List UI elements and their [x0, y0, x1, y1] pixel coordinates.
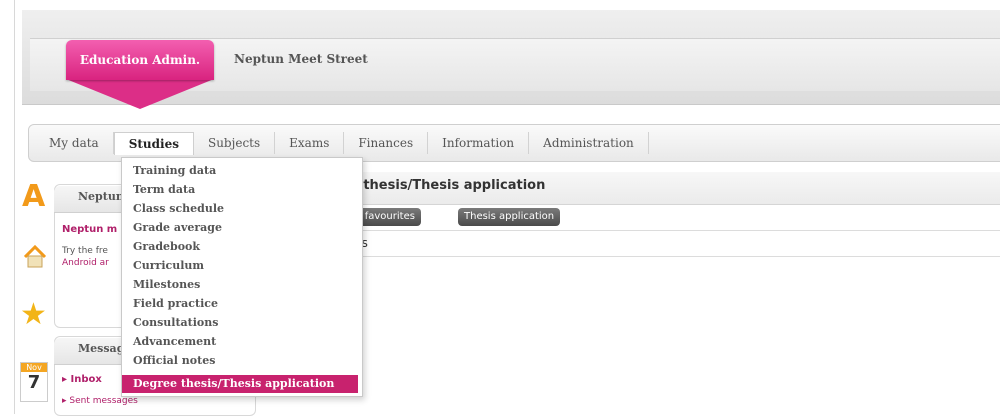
dropdown-item-class-schedule[interactable]: Class schedule [133, 202, 224, 215]
header-subtitle: Neptun Meet Street [234, 52, 368, 66]
role-tab[interactable]: Education Admin. [66, 40, 214, 80]
menu-item-finances[interactable]: Finances [344, 132, 429, 154]
role-tab-arrow [66, 79, 214, 109]
messages-box-title: Messag [78, 342, 125, 355]
menu-item-information[interactable]: Information [428, 132, 530, 154]
star-icon[interactable]: ★ [20, 300, 47, 330]
sent-label: Sent messages [69, 396, 138, 406]
thesis-application-button[interactable]: Thesis application [458, 208, 561, 226]
content-divider-2 [268, 256, 1000, 257]
dropdown-item-field-practice[interactable]: Field practice [133, 297, 218, 310]
dropdown-item-consultations[interactable]: Consultations [133, 316, 218, 329]
left-rule [14, 0, 15, 414]
content-divider [268, 230, 1000, 231]
page-title: e thesis/Thesis application [350, 178, 546, 193]
studies-dropdown-menu: Training data Term data Class schedule G… [121, 157, 363, 397]
dropdown-item-milestones[interactable]: Milestones [133, 278, 200, 291]
menu-item-subjects[interactable]: Subjects [194, 132, 276, 154]
dropdown-item-grade-average[interactable]: Grade average [133, 221, 222, 234]
menu-item-administration[interactable]: Administration [529, 132, 649, 154]
dropdown-item-curriculum[interactable]: Curriculum [133, 259, 204, 272]
dropdown-item-degree-thesis[interactable]: Degree thesis/Thesis application [122, 375, 358, 393]
dropdown-item-official-notes[interactable]: Official notes [133, 354, 215, 367]
neptun-try-text: Try the fre [62, 246, 108, 256]
android-link[interactable]: Android ar [62, 258, 109, 268]
sent-messages-link[interactable]: ▸ Sent messages [62, 396, 138, 406]
house-icon[interactable] [22, 244, 48, 274]
dropdown-item-advancement[interactable]: Advancement [133, 335, 216, 348]
neptun-mobile-link[interactable]: Neptun m [62, 224, 117, 235]
inbox-link[interactable]: ▸ Inbox [62, 374, 102, 385]
calendar-icon[interactable]: Nov 7 [20, 362, 48, 402]
dropdown-item-gradebook[interactable]: Gradebook [133, 240, 200, 253]
inbox-label: Inbox [70, 374, 102, 385]
calendar-month: Nov [21, 363, 47, 372]
menu-item-my-data[interactable]: My data [29, 132, 114, 154]
menu-item-studies[interactable]: Studies [113, 131, 194, 155]
dropdown-item-training-data[interactable]: Training data [133, 164, 216, 177]
dropdown-item-term-data[interactable]: Term data [133, 183, 195, 196]
menu-item-exams[interactable]: Exams [275, 132, 345, 154]
role-tab-label: Education Admin. [79, 53, 201, 67]
calendar-day: 7 [27, 372, 41, 393]
a-icon[interactable]: A [22, 182, 45, 212]
neptun-box-title: Neptun [78, 190, 124, 203]
